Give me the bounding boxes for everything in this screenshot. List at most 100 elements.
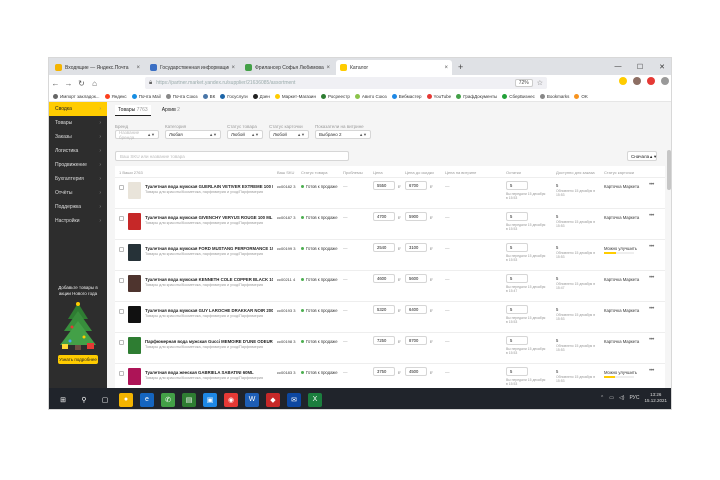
product-thumbnail[interactable] [128, 213, 141, 230]
sidebar-item[interactable]: Поддержка › [49, 200, 107, 214]
product-name[interactable]: Туалетная вода мужская FORD MUSTANG PERF… [145, 246, 273, 251]
filter-select[interactable]: Любой ▲▼ [227, 130, 263, 139]
price-input[interactable]: 5550 [373, 181, 395, 190]
card-status[interactable]: Карточка Маркета [604, 277, 639, 282]
sidebar-item[interactable]: Заказы › [49, 130, 107, 144]
price-input[interactable]: 4600 [373, 274, 395, 283]
product-thumbnail[interactable] [128, 306, 141, 323]
price-input[interactable]: 2540 [373, 243, 395, 252]
clock[interactable]: 13:26 15.12.2021 [644, 392, 667, 404]
close-icon[interactable]: × [444, 65, 448, 71]
maximize-button[interactable]: ☐ [629, 63, 651, 71]
old-price-input[interactable]: 5600 [405, 274, 427, 283]
row-checkbox[interactable] [119, 185, 124, 190]
bookmark-item[interactable]: Импорт закладок... [53, 93, 100, 99]
bookmark-item[interactable]: Почта Союз [165, 93, 198, 99]
new-tab-button[interactable]: + [458, 62, 463, 72]
column-header[interactable]: Остатки [506, 170, 521, 175]
product-name[interactable]: Туалетная вода мужская GUERLAIN VETIVER … [145, 184, 273, 189]
taskbar-app-icon[interactable]: ⚲ [77, 393, 91, 407]
scrollbar[interactable] [667, 150, 671, 190]
filter-select[interactable]: Выбрано 2 ▲▼ [315, 130, 371, 139]
taskbar-app-icon[interactable]: ◆ [266, 392, 280, 407]
language-indicator[interactable]: РУС [629, 395, 639, 401]
column-header[interactable]: 1 Ваши 2763 [119, 170, 143, 175]
bookmark-item[interactable]: Росреестр [320, 93, 350, 99]
product-thumbnail[interactable] [128, 275, 141, 292]
back-button[interactable]: ← [49, 79, 62, 88]
browser-tab[interactable]: Входящие — Яндекс.Почта × [51, 60, 144, 75]
taskbar-app-icon[interactable]: ▢ [98, 393, 112, 407]
taskbar-app-icon[interactable]: ✆ [161, 392, 175, 407]
bookmark-item[interactable]: Маркет-Магазин [274, 93, 316, 99]
bookmark-item[interactable]: YouTube [426, 93, 451, 99]
row-checkbox[interactable] [119, 309, 124, 314]
taskbar-app-icon[interactable]: ▣ [203, 392, 217, 407]
zoom-level[interactable]: 72% [514, 79, 533, 87]
taskbar-app-icon[interactable]: ⊞ [56, 393, 70, 407]
minimize-button[interactable]: — [607, 63, 629, 70]
column-header[interactable]: Доступно для заказа [556, 170, 595, 175]
more-actions-icon[interactable]: ••• [649, 306, 654, 312]
product-thumbnail[interactable] [128, 337, 141, 354]
price-input[interactable]: 7250 [373, 336, 395, 345]
bookmark-item[interactable]: ВК [202, 93, 215, 99]
price-input[interactable]: 3750 [373, 367, 395, 376]
product-thumbnail[interactable] [128, 244, 141, 261]
tab-goods[interactable]: Товары 7763 [115, 105, 151, 116]
more-actions-icon[interactable]: ••• [649, 368, 654, 374]
forward-button[interactable]: → [62, 79, 75, 88]
bookmark-star-icon[interactable]: ☆ [537, 79, 543, 87]
close-icon[interactable]: × [231, 65, 235, 71]
browser-tab[interactable]: Каталог × [336, 60, 452, 75]
close-icon[interactable]: × [326, 65, 330, 71]
card-status[interactable]: Карточка Маркета [604, 339, 639, 344]
sidebar-item[interactable]: Бухгалтерия › [49, 172, 107, 186]
more-actions-icon[interactable]: ••• [649, 275, 654, 281]
taskbar-app-icon[interactable]: ● [119, 392, 133, 407]
bookmark-item[interactable]: Госуслуги [220, 93, 248, 99]
taskbar-app-icon[interactable]: ◉ [224, 392, 238, 407]
sidebar-item[interactable]: Продвижение › [49, 158, 107, 172]
close-icon[interactable]: × [136, 65, 140, 71]
profile-icon[interactable] [647, 77, 655, 85]
column-header[interactable]: Цена до скидки [405, 170, 434, 175]
taskbar-app-icon[interactable]: ✉ [287, 392, 301, 407]
card-status[interactable]: Можно улучшить [604, 246, 637, 251]
column-header[interactable]: Статус товара [301, 170, 328, 175]
bookmark-item[interactable]: OK [574, 93, 588, 99]
browser-tab[interactable]: Государственная информационн × [146, 60, 239, 75]
volume-icon[interactable]: ◁) [619, 395, 625, 401]
stock-input[interactable]: 5 [506, 367, 528, 376]
card-status[interactable]: Карточка Маркета [604, 215, 639, 220]
download-icon[interactable] [633, 77, 641, 85]
price-input[interactable]: 4700 [373, 212, 395, 221]
column-header[interactable]: Статус карточки [604, 170, 634, 175]
bookmark-item[interactable]: Авито Союз [354, 93, 387, 99]
browser-tab[interactable]: Фрилансер Софья Любимова × [241, 60, 334, 75]
taskbar-app-icon[interactable]: e [140, 392, 154, 407]
bookmark-item[interactable]: ГрафДокументы [456, 93, 497, 99]
stock-input[interactable]: 5 [506, 181, 528, 190]
stock-input[interactable]: 5 [506, 305, 528, 314]
bookmark-item[interactable]: Вебмастер [391, 93, 422, 99]
taskbar-app-icon[interactable]: ▤ [182, 392, 196, 407]
row-checkbox[interactable] [119, 340, 124, 345]
bookmark-item[interactable]: Яндекс [104, 93, 127, 99]
bookmark-item[interactable]: Bookmarks [539, 93, 569, 99]
bookmark-item[interactable]: Почта Mail [131, 93, 161, 99]
column-header[interactable]: Цена на витрине [445, 170, 476, 175]
filter-select[interactable]: Любой ▲▼ [269, 130, 309, 139]
old-price-input[interactable]: 3100 [405, 243, 427, 252]
old-price-input[interactable]: 6700 [405, 181, 427, 190]
tray-arrow-icon[interactable]: ⌃ [600, 395, 604, 401]
product-name[interactable]: Парфюмерная вода мужская Gucci MEMOIRE D… [145, 339, 273, 344]
filter-select[interactable]: Любая ▲▼ [165, 130, 221, 139]
menu-icon[interactable] [661, 77, 669, 85]
column-header[interactable]: Ваш SKU [277, 170, 294, 175]
sku-search-input[interactable]: Ваш SKU или название товара [115, 151, 349, 161]
taskbar-app-icon[interactable]: X [308, 392, 322, 407]
column-header[interactable]: Проблемы [343, 170, 363, 175]
filter-select[interactable]: Название бренда ▲▼ [115, 130, 159, 140]
url-field[interactable]: 🔒︎ https://partner.market.yandex.ru/supp… [145, 77, 547, 89]
